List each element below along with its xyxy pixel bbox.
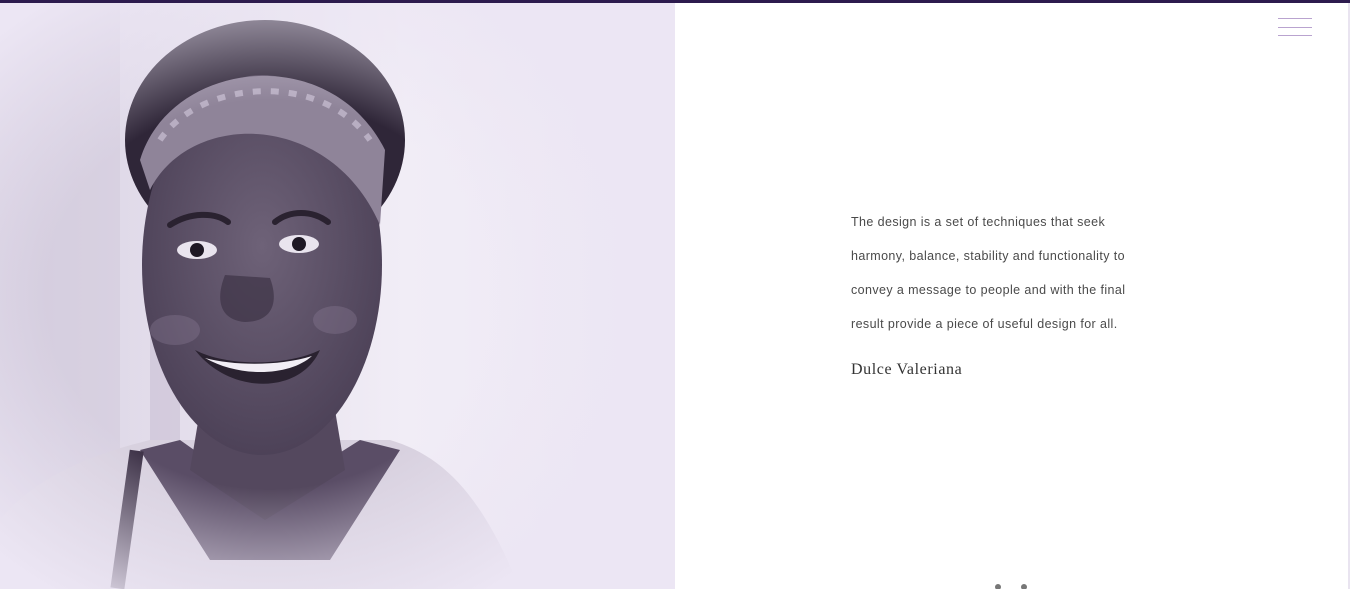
portrait-panel xyxy=(0,0,675,589)
pagination-dot[interactable] xyxy=(1021,584,1027,589)
quote-line: harmony, balance, stability and function… xyxy=(851,249,1125,263)
pagination-dots[interactable] xyxy=(993,584,1033,589)
quote-line: result provide a piece of useful design … xyxy=(851,317,1118,331)
menu-line xyxy=(1278,35,1312,36)
quote-block: The design is a set of techniques that s… xyxy=(851,205,1171,379)
hamburger-menu-icon[interactable] xyxy=(1278,16,1312,38)
quote-line: convey a message to people and with the … xyxy=(851,283,1126,297)
menu-line xyxy=(1278,18,1312,19)
portrait-photo xyxy=(0,0,675,589)
menu-line xyxy=(1278,27,1312,28)
page: The design is a set of techniques that s… xyxy=(0,0,1350,589)
pagination-dot[interactable] xyxy=(995,584,1001,589)
quote-panel: The design is a set of techniques that s… xyxy=(675,0,1350,589)
top-border-strip xyxy=(0,0,1350,3)
quote-author: Dulce Valeriana xyxy=(851,361,963,378)
quote-line: The design is a set of techniques that s… xyxy=(851,215,1106,229)
